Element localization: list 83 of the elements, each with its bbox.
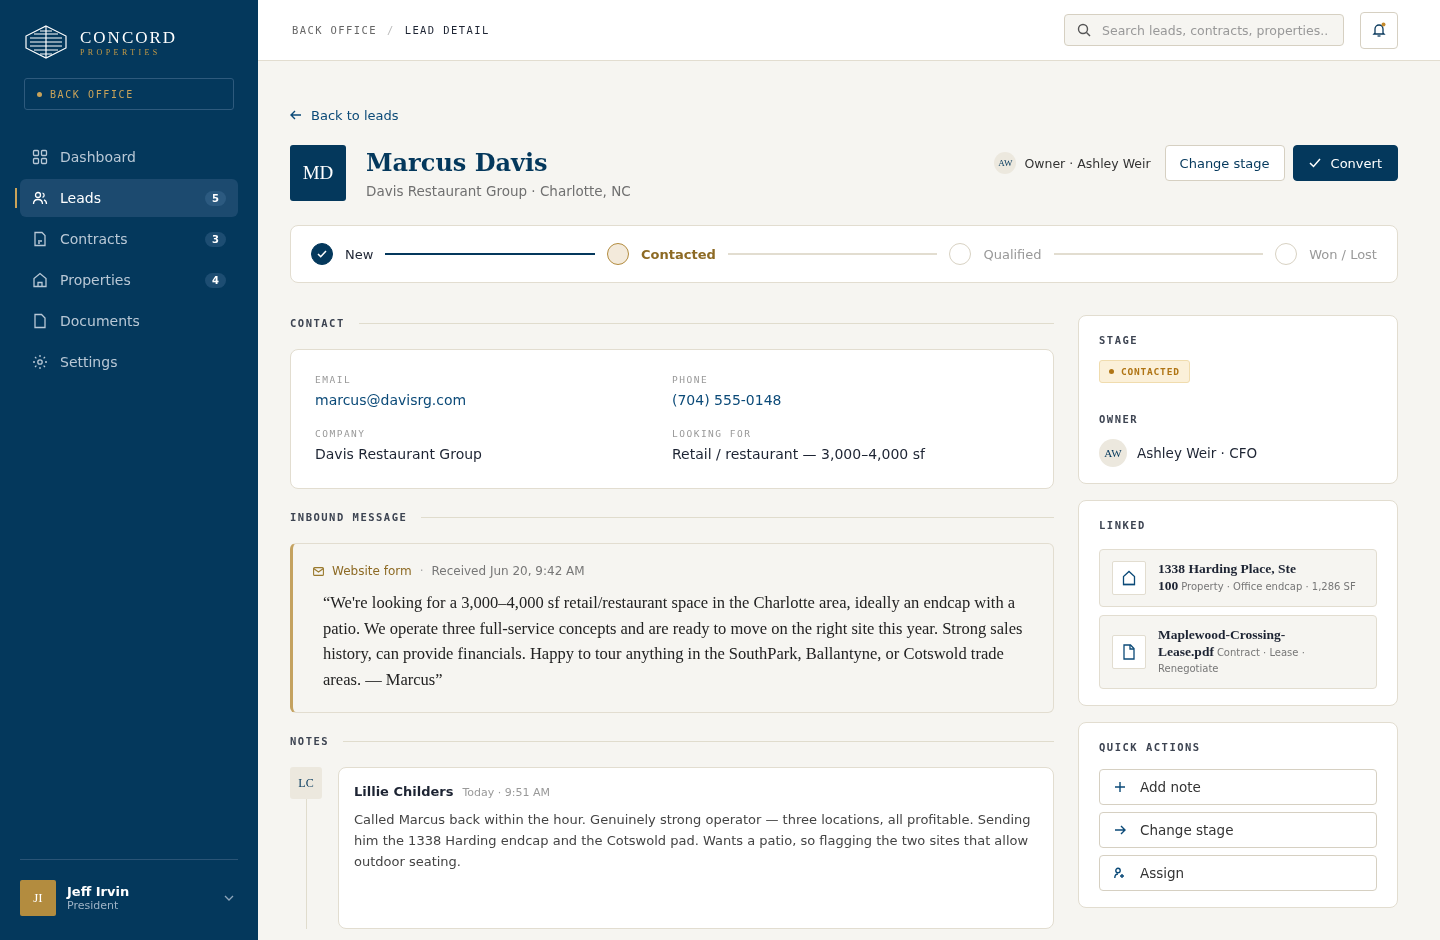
owner-avatar: AW: [994, 152, 1017, 174]
nav-item[interactable]: Dashboard: [20, 138, 238, 176]
linked-item[interactable]: 1338 Harding Place, Ste 100 Property · Office endcap · 1,286 SF: [1099, 549, 1377, 607]
user-role: President: [67, 899, 120, 912]
message-text: “We're looking for a 3,000–4,000 sf retail/restaurant space in the Charlotte area, ideally an endcap with a patio. We operate three full-service concepts and are ready to move on the right site this year. Strong sales history, can provide financials. Happy to tour anything in the SouthPark, Ballantyne, or Cotswold trade areas. — Marcus”: [323, 592, 1024, 691]
note-avatar: LC: [290, 767, 322, 799]
person-icon: [1114, 867, 1126, 879]
breadcrumb-item[interactable]: BACK OFFICE: [292, 24, 377, 36]
brand-name: CONCORD: [80, 27, 178, 48]
notifications-button[interactable]: [1360, 11, 1398, 49]
quick-action-button[interactable]: Change stage: [1099, 812, 1377, 848]
change-stage-button[interactable]: Change stage: [1164, 145, 1285, 181]
linked-item[interactable]: Maplewood-Crossing-Lease.pdf Contract · Lease · Renegotiate: [1099, 615, 1377, 689]
card-heading: LINKED: [1099, 519, 1146, 531]
nav-item[interactable]: Settings: [20, 343, 238, 381]
field-label: EMAIL: [315, 374, 353, 385]
people-icon: [32, 190, 48, 206]
mail-icon: [313, 566, 324, 576]
message-source: Website form: [332, 564, 412, 578]
house-icon: [32, 272, 48, 288]
field-link[interactable]: (704) 555-0148: [672, 392, 1029, 408]
stage-step: Qualified: [949, 243, 1042, 265]
workspace-badge: BACK OFFICE: [24, 78, 234, 110]
stage-step: Won / Lost: [1275, 243, 1377, 265]
gear-icon: [32, 354, 48, 370]
owner-name: Ashley Weir · CFO: [1137, 445, 1258, 461]
chevron-down-icon[interactable]: [224, 895, 234, 901]
section-heading: CONTACT: [290, 317, 345, 329]
count-badge: 5: [205, 190, 226, 206]
lead-subtitle: Davis Restaurant Group · Charlotte, NC: [366, 182, 632, 199]
count-badge: 3: [205, 231, 226, 247]
owner-avatar: AW: [1099, 439, 1127, 467]
page-icon: [32, 313, 48, 329]
linked-item-text: 1338 Harding Place, Ste 100 Property · Office endcap · 1,286 SF: [1158, 561, 1357, 595]
back-link[interactable]: Back to leads: [290, 107, 399, 123]
lead-name: Marcus Davis: [366, 147, 549, 177]
section-heading: INBOUND MESSAGE: [290, 511, 408, 523]
grid-icon: [32, 149, 48, 165]
section-heading: NOTES: [290, 735, 330, 747]
document-icon: [32, 231, 48, 247]
linked-item-text: Maplewood-Crossing-Lease.pdf Contract · Lease · Renegotiate: [1158, 627, 1306, 676]
field-value: Retail / restaurant — 3,000–4,000 sf: [672, 446, 927, 462]
field-label: COMPANY: [315, 428, 367, 439]
separator: ·: [419, 564, 424, 578]
logo-icon: [24, 24, 68, 60]
nav-item[interactable]: Contracts 3: [20, 220, 238, 258]
nav-item[interactable]: Documents: [20, 302, 238, 340]
brand-tagline: PROPERTIES: [80, 47, 162, 57]
plus-icon: [1114, 781, 1126, 793]
quick-action-button[interactable]: Assign: [1099, 855, 1377, 891]
stage-step: Contacted: [607, 243, 716, 265]
nav-item[interactable]: Properties 4: [20, 261, 238, 299]
lead-avatar: MD: [290, 145, 346, 201]
field-label: LOOKING FOR: [672, 428, 753, 439]
user-name: Jeff Irvin: [67, 884, 131, 899]
user-avatar: JI: [20, 880, 56, 916]
arrow-left-icon: [290, 110, 302, 120]
search-field[interactable]: Search leads, contracts, properties...: [1064, 14, 1344, 46]
note-text: Called Marcus back within the hour. Genuinely strong operator — three locations, all profitable. Sending him the 1338 Harding endcap and the Cotswold pad. Wants a patio, so flagging the two sites that allow outdoor seating.: [354, 811, 1032, 871]
note-time: Today · 9:51 AM: [462, 786, 550, 799]
search-icon: [1077, 23, 1091, 37]
check-icon: [1308, 158, 1321, 168]
quick-action-button[interactable]: Add note: [1099, 769, 1377, 805]
arrow-right-icon: [1114, 824, 1126, 836]
check-icon: [317, 250, 327, 258]
count-badge: 4: [205, 272, 226, 288]
card-heading: OWNER: [1099, 413, 1139, 425]
stage-badge: CONTACTED: [1099, 360, 1190, 383]
note-author: Lillie Childers: [354, 784, 454, 799]
field-label: PHONE: [672, 374, 710, 385]
convert-button[interactable]: Convert: [1292, 145, 1398, 181]
field-value: Davis Restaurant Group: [315, 446, 483, 462]
document-icon: [1123, 644, 1135, 660]
search-input[interactable]: Search leads, contracts, properties...: [1100, 21, 1331, 39]
card-heading: STAGE: [1099, 334, 1139, 346]
field-link[interactable]: marcus@davisrg.com: [315, 392, 672, 408]
breadcrumb-separator: /: [386, 24, 395, 36]
owner-label: Owner · Ashley Weir: [1024, 155, 1151, 171]
card-heading: QUICK ACTIONS: [1099, 741, 1201, 753]
received-time: Received Jun 20, 9:42 AM: [431, 564, 585, 578]
house-icon: [1122, 570, 1136, 586]
breadcrumb-item[interactable]: LEAD DETAIL: [404, 24, 490, 36]
stage-step: New: [311, 243, 374, 265]
